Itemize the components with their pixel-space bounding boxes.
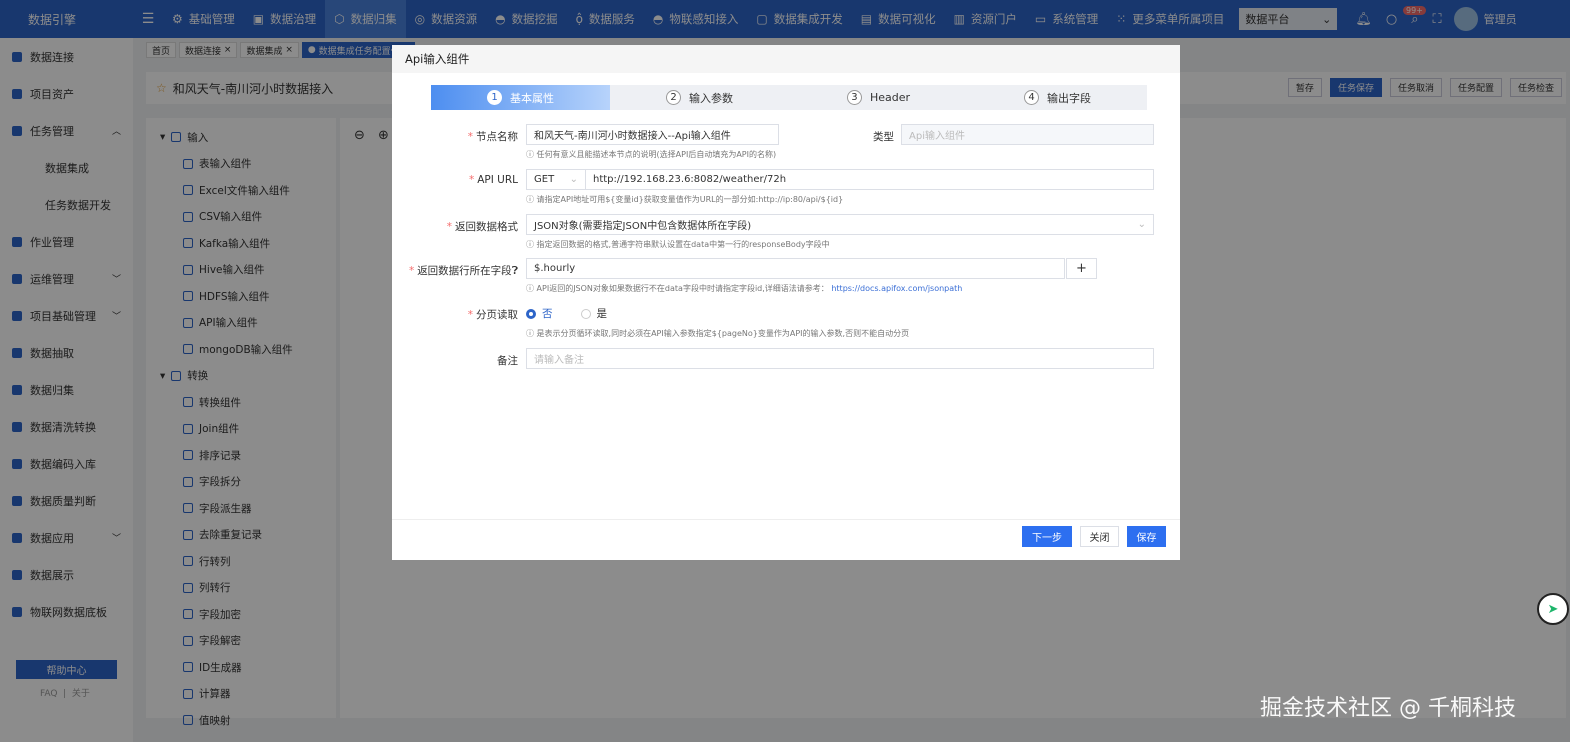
api-url-input[interactable]: http://192.168.23.6:8082/weather/72h [585, 169, 1154, 190]
paging-yes-radio[interactable] [580, 308, 591, 319]
type-label: 类型 [873, 131, 894, 143]
dialog-title: Api输入组件 [392, 45, 1180, 73]
hint-text: API返回的JSON对象如果数据行不在data字段中时请指定字段id,详细语法请… [536, 284, 829, 293]
data-field-input[interactable]: $.hourly [526, 258, 1065, 279]
step-output-fields[interactable]: 4 输出字段 [968, 85, 1147, 110]
api-url-hint: ⓘ 请指定API地址可用${变量id}获取变量值作为URL的一部分如:http:… [526, 195, 844, 204]
format-value: JSON对象(需要指定JSON中包含数据体所在字段) [534, 221, 752, 232]
format-label: * 返回数据格式 [446, 221, 518, 233]
data-field-hint: ⓘ API返回的JSON对象如果数据行不在data字段中时请指定字段id,详细语… [526, 284, 963, 293]
step-header[interactable]: 3 Header [789, 85, 968, 110]
data-field-label: * 返回数据行所在字段❓︎ [408, 265, 518, 277]
step-label: 输出字段 [1047, 91, 1091, 105]
node-name-hint: ⓘ 任何有意义且能描述本节点的说明(选择API后自动填充为API的名称) [526, 150, 777, 159]
label-text: 节点名称 [476, 131, 518, 143]
hint-text: 请指定API地址可用${变量id}获取变量值作为URL的一部分如:http://… [536, 195, 844, 204]
step-number: 1 [487, 90, 502, 105]
hint-text: 指定返回数据的格式,普通字符串默认设置在data中第一行的responseBod… [536, 240, 830, 249]
step-label: 输入参数 [689, 91, 733, 105]
node-name-label: * 节点名称 [467, 131, 518, 143]
radio-label[interactable]: 是 [597, 306, 608, 321]
node-name-input[interactable]: 和风天气-南川河小时数据接入--Api输入组件 [526, 124, 779, 145]
close-button[interactable]: 关闭 [1080, 526, 1119, 547]
type-input: Api输入组件 [901, 124, 1154, 145]
jsonpath-link[interactable]: https://docs.apifox.com/jsonpath [831, 284, 962, 293]
step-number: 2 [666, 90, 681, 105]
step-input-params[interactable]: 2 输入参数 [610, 85, 789, 110]
add-field-button[interactable]: + [1066, 258, 1097, 279]
step-label: 基本属性 [510, 91, 554, 105]
format-hint: ⓘ 指定返回数据的格式,普通字符串默认设置在data中第一行的responseB… [526, 240, 830, 249]
remark-textarea[interactable]: 请输入备注 [526, 348, 1154, 369]
remark-label: 备注 [497, 355, 518, 367]
chevron-down-icon: ⌄ [1137, 219, 1146, 230]
hint-text: 是表示分页循环读取,同时必须在API输入参数指定${pageNo}变量作为API… [536, 329, 910, 338]
label-text: 返回数据格式 [455, 221, 518, 233]
step-number: 3 [846, 90, 862, 105]
method-value: GET [534, 174, 555, 185]
save-button[interactable]: 保存 [1127, 526, 1166, 547]
api-url-label: * API URL [468, 174, 518, 186]
step-label: Header [869, 91, 911, 104]
send-icon[interactable]: ➤ [1537, 593, 1569, 625]
paging-radio-group: 否 是 [526, 306, 607, 321]
plus-icon: + [1076, 261, 1087, 276]
hint-text: 任何有意义且能描述本节点的说明(选择API后自动填充为API的名称) [536, 150, 777, 159]
label-text: 分页读取 [476, 309, 518, 321]
steps: 1 基本属性 2 输入参数 3 Header 4 输出字段 [431, 85, 1147, 110]
paging-no-radio[interactable] [526, 308, 536, 319]
radio-label[interactable]: 否 [542, 306, 553, 321]
api-input-dialog: Api输入组件 1 基本属性 2 输入参数 3 Header 4 输出字段 * 节点名称 … [392, 45, 1180, 560]
step-number: 4 [1024, 90, 1039, 105]
next-step-button[interactable]: 下一步 [1022, 526, 1072, 547]
watermark: 掘金技术社区 @ 千桐科技 [1260, 696, 1516, 721]
format-select[interactable]: JSON对象(需要指定JSON中包含数据体所在字段) ⌄ [526, 214, 1154, 235]
help-icon[interactable]: ❓︎ [512, 265, 518, 277]
step-basic[interactable]: 1 基本属性 [431, 85, 610, 110]
dialog-footer-divider [392, 519, 1180, 520]
label-text: API URL [477, 174, 518, 186]
label-text: 返回数据行所在字段 [417, 265, 512, 277]
method-select[interactable]: GET ⌄ [526, 169, 586, 190]
paging-label: * 分页读取 [467, 309, 518, 321]
chevron-down-icon: ⌄ [569, 174, 578, 185]
paging-hint: ⓘ 是表示分页循环读取,同时必须在API输入参数指定${pageNo}变量作为A… [526, 329, 910, 338]
